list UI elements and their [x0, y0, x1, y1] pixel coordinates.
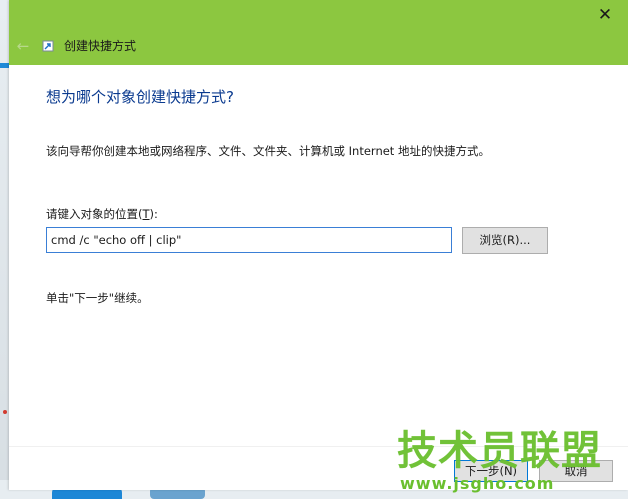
browse-button[interactable]: 浏览(R)...	[462, 227, 548, 254]
watermark-text: 技术员联盟	[397, 428, 602, 474]
create-shortcut-dialog: ✕ ← 创建快捷方式 想为哪个对象创建快捷方式? 该向导帮你创建本地或网络程序、…	[9, 0, 628, 490]
window-title: 创建快捷方式	[64, 39, 137, 53]
watermark-url: www.jsgho.com	[400, 474, 555, 493]
location-label: 请键入对象的位置(T):	[46, 206, 158, 222]
location-input[interactable]	[46, 227, 452, 253]
back-button[interactable]: ←	[11, 34, 35, 58]
page-heading: 想为哪个对象创建快捷方式?	[46, 88, 234, 106]
screen: ✕ ← 创建快捷方式 想为哪个对象创建快捷方式? 该向导帮你创建本地或网络程序、…	[0, 0, 628, 499]
background-window-edge	[0, 63, 9, 68]
location-label-prefix: 请键入对象的位置(	[46, 207, 143, 221]
desktop-background	[0, 0, 9, 499]
location-label-hotkey: T	[142, 207, 150, 221]
close-icon: ✕	[597, 5, 613, 25]
continue-hint: 单击"下一步"继续。	[46, 291, 149, 305]
back-arrow-icon: ←	[16, 37, 30, 55]
title-bar: ✕ ← 创建快捷方式	[9, 0, 628, 65]
shortcut-icon	[42, 40, 54, 52]
close-button[interactable]: ✕	[582, 0, 628, 30]
background-marker	[3, 410, 7, 414]
wizard-description: 该向导帮你创建本地或网络程序、文件、文件夹、计算机或 Internet 地址的快…	[46, 144, 490, 158]
location-label-suffix: ):	[149, 207, 158, 221]
